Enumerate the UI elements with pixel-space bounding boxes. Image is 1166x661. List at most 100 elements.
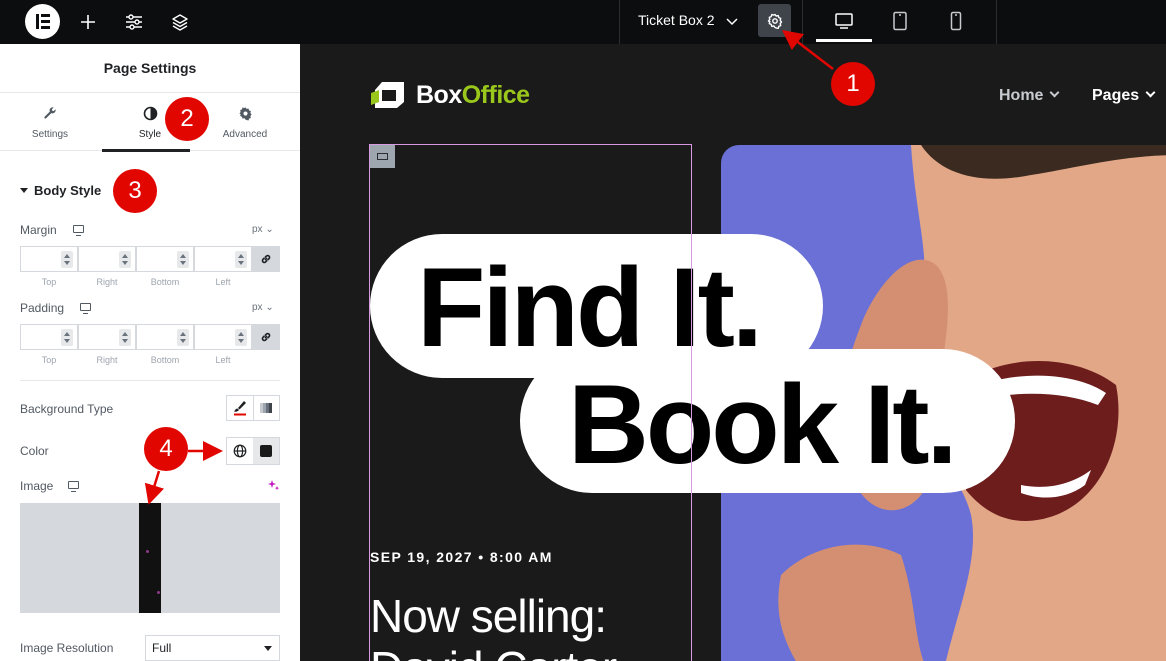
side-label: Top: [41, 277, 57, 287]
annotation-badge: 2: [165, 97, 209, 141]
mobile-icon: [950, 11, 962, 31]
tablet-device-button[interactable]: [872, 6, 928, 36]
image-thumbnail: [139, 503, 161, 613]
padding-left-input[interactable]: [194, 324, 252, 350]
margin-dimensions: [20, 246, 280, 272]
add-element-icon[interactable]: [74, 8, 102, 36]
image-preview[interactable]: [20, 503, 280, 613]
event-date: SEP 19, 2027 • 8:00 AM: [370, 549, 553, 565]
tab-settings[interactable]: Settings: [0, 93, 100, 151]
color-swatch: [260, 445, 272, 457]
padding-top-input[interactable]: [20, 324, 78, 350]
wrench-icon: [42, 105, 58, 121]
ai-sparkle-icon[interactable]: [267, 479, 280, 497]
classic-brush-icon[interactable]: [227, 396, 253, 420]
side-label: Left: [215, 277, 231, 287]
gear-icon: [237, 105, 253, 121]
side-label: Top: [41, 355, 57, 365]
section-body-style[interactable]: Body Style: [20, 183, 101, 198]
column-edit-handle[interactable]: [370, 145, 395, 168]
column-icon: [377, 153, 388, 160]
annotation-badge: 3: [113, 169, 157, 213]
divider: [619, 0, 620, 44]
mobile-device-button[interactable]: [928, 6, 984, 36]
contrast-icon: [142, 105, 158, 121]
padding-unit-select[interactable]: px ⌄: [252, 302, 274, 313]
nav-item-home[interactable]: Home: [999, 87, 1060, 105]
caret-down-icon: [20, 188, 28, 193]
desktop-device-button[interactable]: [816, 6, 872, 42]
margin-bottom-input[interactable]: [136, 246, 194, 272]
selected-element-outline[interactable]: [369, 144, 692, 661]
margin-right-input[interactable]: [78, 246, 136, 272]
link-values-button[interactable]: [252, 246, 280, 272]
nav-label: Pages: [1092, 87, 1140, 104]
divider: [20, 380, 280, 381]
page-settings-panel: Page Settings Settings Style Advanced Bo…: [0, 44, 300, 661]
padding-bottom-input[interactable]: [136, 324, 194, 350]
structure-layers-icon[interactable]: [166, 8, 194, 36]
margin-left-input[interactable]: [194, 246, 252, 272]
chevron-down-icon: [1050, 87, 1060, 98]
now-selling-heading: Now selling: David Carter: [370, 590, 617, 661]
gradient-icon[interactable]: [252, 396, 280, 420]
desktop-icon: [835, 13, 853, 29]
globe-icon: [233, 444, 247, 458]
panel-title: Page Settings: [0, 44, 300, 93]
panel-tabs: Settings Style Advanced: [0, 93, 300, 152]
stepper-icon[interactable]: [119, 251, 131, 268]
unit-value: px: [252, 224, 263, 235]
margin-top-input[interactable]: [20, 246, 78, 272]
tab-label: Advanced: [222, 129, 268, 140]
divider: [802, 0, 803, 44]
image-resolution-select[interactable]: Full: [145, 635, 280, 661]
desktop-responsive-icon[interactable]: [80, 303, 91, 314]
gear-icon: [767, 13, 782, 29]
global-colors-button[interactable]: [227, 438, 253, 464]
heading-line: David Carter: [370, 642, 617, 661]
chevron-down-icon[interactable]: [726, 14, 738, 32]
margin-label: Margin: [20, 223, 57, 237]
image-resolution-label: Image Resolution: [20, 641, 114, 655]
site-logo[interactable]: BoxOffice: [370, 80, 530, 110]
tab-label: Settings: [31, 129, 69, 140]
stepper-icon[interactable]: [177, 251, 189, 268]
side-label: Bottom: [150, 277, 180, 287]
top-bar: Ticket Box 2: [0, 0, 1166, 44]
stepper-icon[interactable]: [235, 251, 247, 268]
site-settings-sliders-icon[interactable]: [120, 8, 148, 36]
stepper-icon[interactable]: [119, 329, 131, 346]
stepper-icon[interactable]: [61, 251, 73, 268]
color-control: [226, 437, 280, 465]
color-picker-button[interactable]: [253, 438, 279, 464]
elementor-logo-icon[interactable]: [25, 4, 60, 39]
nav-item-pages[interactable]: Pages: [1092, 87, 1156, 105]
side-label: Right: [96, 277, 118, 287]
desktop-responsive-icon[interactable]: [73, 225, 84, 236]
stepper-icon[interactable]: [61, 329, 73, 346]
boxoffice-logo-icon: [371, 82, 404, 108]
annotation-badge: 4: [144, 427, 188, 471]
document-title[interactable]: Ticket Box 2: [638, 12, 715, 28]
nav-label: Home: [999, 87, 1044, 104]
tablet-icon: [893, 11, 907, 31]
stepper-icon[interactable]: [235, 329, 247, 346]
logo-text-main: Box: [416, 80, 462, 109]
chevron-down-icon: [1145, 87, 1156, 98]
section-title: Body Style: [34, 183, 102, 198]
stepper-icon[interactable]: [177, 329, 189, 346]
color-label: Color: [20, 444, 49, 458]
preview-canvas: BoxOffice Home Pages Find It. Book It. S…: [300, 44, 1166, 661]
unit-value: px: [252, 302, 263, 313]
page-settings-button[interactable]: [758, 4, 791, 37]
padding-right-input[interactable]: [78, 324, 136, 350]
link-icon: [261, 254, 271, 264]
elementor-editor: Ticket Box 2 Page Settings Settings Styl…: [0, 0, 1166, 661]
tab-advanced[interactable]: Advanced: [195, 93, 295, 151]
margin-unit-select[interactable]: px ⌄: [252, 224, 274, 235]
desktop-responsive-icon[interactable]: [68, 481, 79, 492]
padding-label: Padding: [20, 301, 65, 315]
link-values-button[interactable]: [252, 324, 280, 350]
padding-dimensions: [20, 324, 280, 350]
sparkle-dot: [157, 591, 160, 594]
